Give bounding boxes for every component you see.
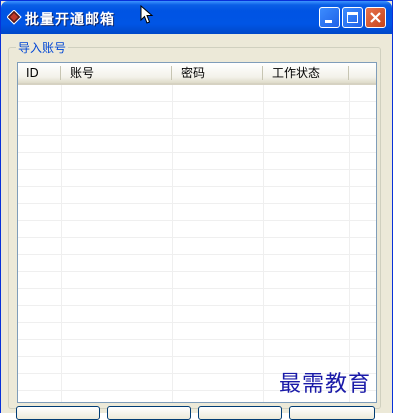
maximize-icon xyxy=(347,12,358,23)
mouse-cursor-icon xyxy=(140,5,154,24)
column-header-status[interactable]: 工作状态 xyxy=(264,63,348,83)
table-row[interactable] xyxy=(18,221,376,238)
table-row[interactable] xyxy=(18,306,376,323)
minimize-icon xyxy=(325,20,332,23)
table-row[interactable] xyxy=(18,187,376,204)
accounts-list[interactable]: ID 账号 密码 工作状态 xyxy=(17,62,377,403)
table-row[interactable] xyxy=(18,340,376,357)
watermark: 最需教育 xyxy=(279,372,372,397)
table-row[interactable] xyxy=(18,102,376,119)
window-title: 批量开通邮箱 xyxy=(25,12,115,28)
list-header: ID 账号 密码 工作状态 xyxy=(18,63,376,85)
table-row[interactable] xyxy=(18,136,376,153)
app-icon xyxy=(7,10,22,25)
action-button-3[interactable] xyxy=(198,406,282,420)
table-row[interactable] xyxy=(18,289,376,306)
table-row[interactable] xyxy=(18,170,376,187)
table-row[interactable] xyxy=(18,119,376,136)
maximize-button[interactable] xyxy=(342,7,363,28)
table-row[interactable] xyxy=(18,255,376,272)
action-button-4[interactable] xyxy=(289,406,375,420)
list-rows xyxy=(18,85,376,402)
action-button-1[interactable] xyxy=(16,406,100,420)
column-separator[interactable] xyxy=(60,66,61,80)
app-window: 批量开通邮箱 导入账号 ID 账号 密码 工作状态 xyxy=(0,0,393,420)
close-icon xyxy=(370,12,381,23)
column-header-id[interactable]: ID xyxy=(18,63,60,83)
group-label: 导入账号 xyxy=(16,39,69,56)
table-row[interactable] xyxy=(18,204,376,221)
minimize-button[interactable] xyxy=(319,7,340,28)
table-row[interactable] xyxy=(18,153,376,170)
table-row[interactable] xyxy=(18,272,376,289)
column-header-password[interactable]: 密码 xyxy=(173,63,262,83)
column-separator[interactable] xyxy=(262,66,263,80)
action-button-2[interactable] xyxy=(107,406,191,420)
close-button[interactable] xyxy=(365,7,386,28)
column-header-account[interactable]: 账号 xyxy=(62,63,171,83)
title-bar[interactable]: 批量开通邮箱 xyxy=(1,1,392,34)
table-row[interactable] xyxy=(18,85,376,102)
column-separator[interactable] xyxy=(171,66,172,80)
column-separator[interactable] xyxy=(348,66,349,80)
table-row[interactable] xyxy=(18,323,376,340)
table-row[interactable] xyxy=(18,238,376,255)
